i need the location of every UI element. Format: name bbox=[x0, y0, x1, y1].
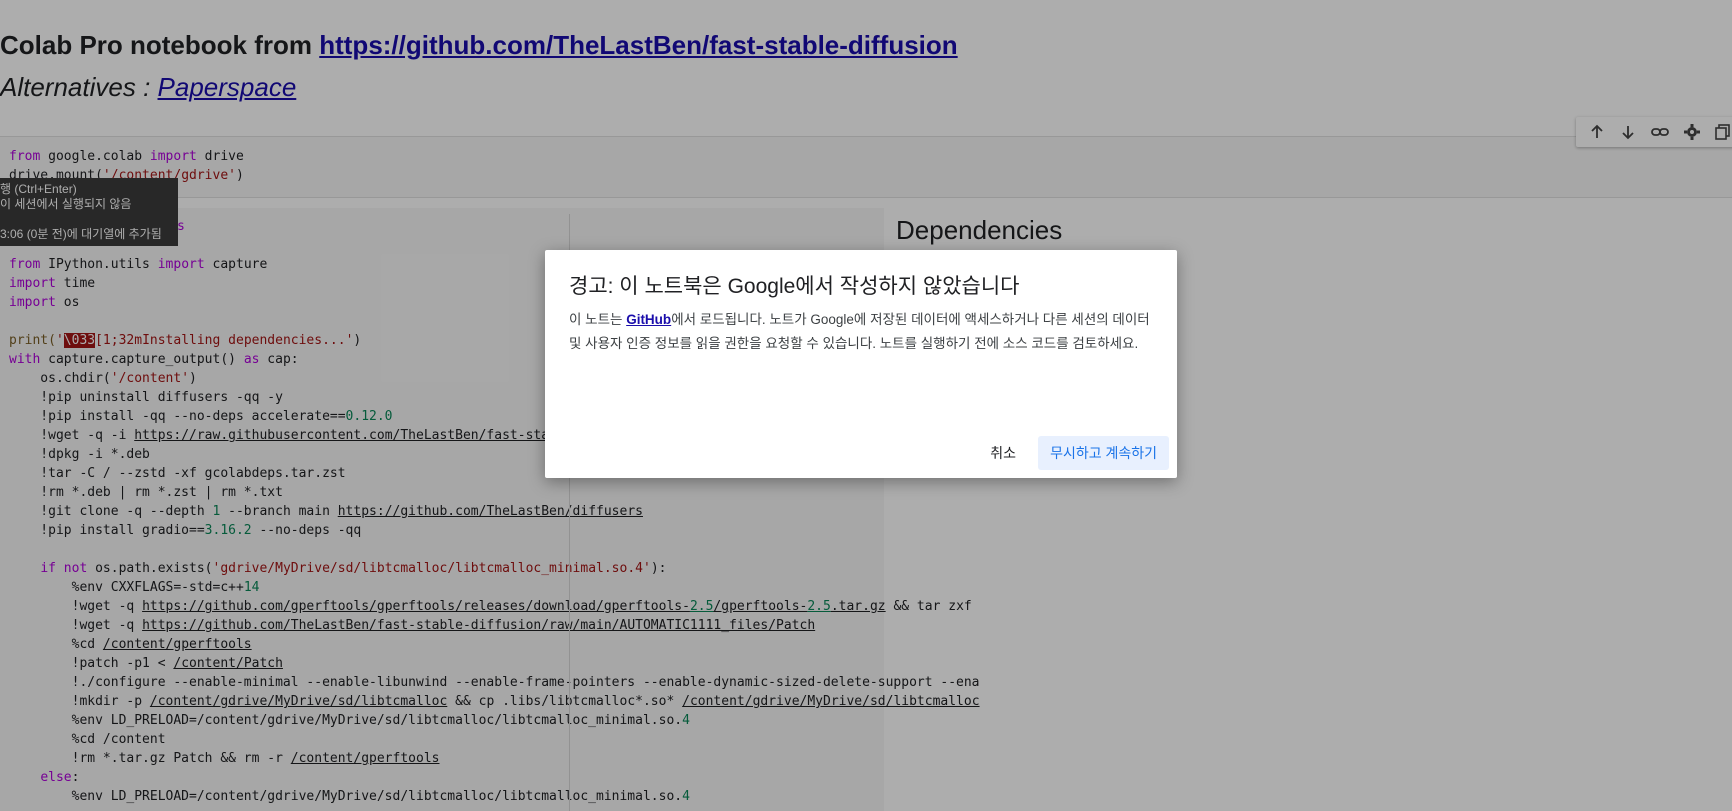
github-link[interactable]: GitHub bbox=[626, 312, 671, 327]
cancel-button[interactable]: 취소 bbox=[978, 436, 1028, 470]
dialog-body: 이 노트는 GitHub에서 로드됩니다. 노트가 Google에 저장된 데이… bbox=[569, 312, 1150, 351]
dialog-actions: 취소 무시하고 계속하기 bbox=[978, 436, 1169, 470]
warning-dialog: 경고: 이 노트북은 Google에서 작성하지 않았습니다 이 노트는 Git… bbox=[545, 250, 1177, 478]
run-anyway-button[interactable]: 무시하고 계속하기 bbox=[1038, 436, 1169, 470]
dialog-title: 경고: 이 노트북은 Google에서 작성하지 않았습니다 bbox=[569, 275, 1020, 298]
